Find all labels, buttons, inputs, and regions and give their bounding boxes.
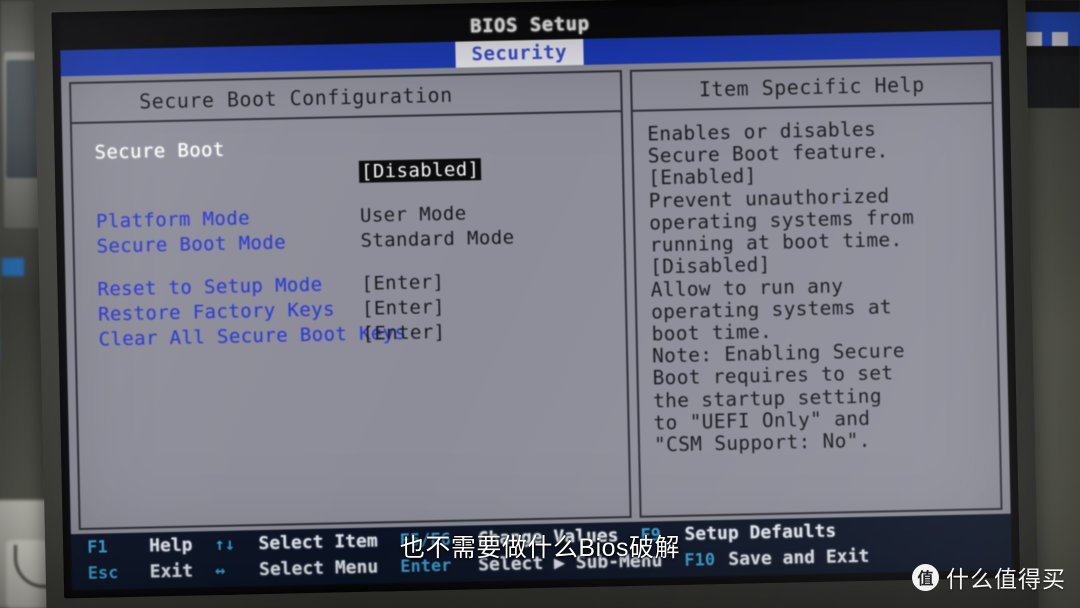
setting-label-secure-boot: Secure Boot — [94, 138, 225, 164]
watermark: 值 什么值得买 — [912, 560, 1066, 594]
video-subtitle: 也不需要做什么Bios破解 — [399, 534, 681, 562]
watermark-text: 什么值得买 — [946, 566, 1066, 592]
setting-value-reset-to-setup-mode[interactable]: [Enter] — [361, 271, 444, 295]
second-monitor-tile-1 — [1026, 32, 1042, 46]
bios-screen: BIOS Setup Security Secure Boot Configur… — [59, 0, 1012, 591]
setting-value-platform-mode: User Mode — [359, 202, 467, 227]
help-line: "CSM Support: No". — [653, 428, 871, 457]
background-blue-object-1 — [2, 258, 24, 276]
setting-value-secure-boot[interactable]: [Disabled] — [358, 158, 482, 183]
spacer-secure-boot — [73, 178, 359, 184]
key-esc[interactable]: Esc — [88, 562, 150, 584]
monitor: NEC BIOS Setup Security Secure Boot Conf… — [33, 0, 1039, 608]
watermark-logo-icon: 值 — [912, 563, 939, 591]
bios-body: Secure Boot Configuration Secure Boot [D… — [60, 55, 1011, 535]
setting-value-secure-boot-mode: Standard Mode — [360, 226, 515, 252]
item-specific-help-pane: Item Specific Help Enables or disables S… — [629, 61, 1003, 518]
second-monitor-tile-2 — [1052, 32, 1068, 46]
tab-security[interactable]: Security — [455, 38, 584, 68]
help-text: Enables or disables Secure Boot feature.… — [633, 104, 999, 457]
bios-title-text: BIOS Setup — [469, 12, 590, 38]
settings-list: Secure Boot [Disabled] Platform Mode Use… — [72, 112, 626, 354]
screenshot-root: NEC BIOS Setup Security Secure Boot Conf… — [0, 0, 1080, 608]
setting-value-clear-all-secure-boot-keys[interactable]: [Enter] — [362, 321, 445, 345]
setting-value-restore-factory-keys[interactable]: [Enter] — [362, 296, 445, 320]
secure-boot-configuration-pane: Secure Boot Configuration Secure Boot [D… — [69, 70, 632, 531]
